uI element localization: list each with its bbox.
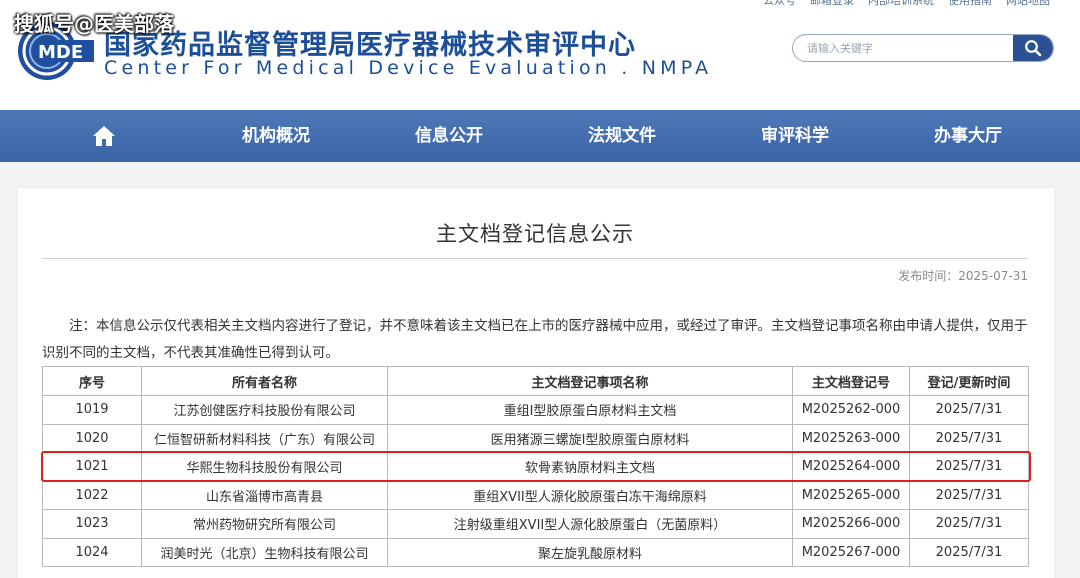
top-link-guide[interactable]: 使用指南 [948,0,992,8]
cell-date: 2025/7/31 [909,452,1029,482]
top-link-mail[interactable]: 邮箱登录 [810,0,854,8]
top-link-sitemap[interactable]: 网站地图 [1006,0,1050,8]
cell-seq: 1022 [42,480,142,510]
cell-seq: 1021 [42,452,142,482]
cell-owner: 仁恒智研新材料科技（广东）有限公司 [141,423,388,453]
header-owner: 所有者名称 [141,366,388,396]
nav-science[interactable]: 审评科学 [745,110,845,162]
cell-date: 2025/7/31 [909,537,1029,567]
cell-reg-no: M2025262-000 [792,395,910,425]
cell-item: 重组XVII型人源化胶原蛋白冻干海绵原料 [387,480,793,510]
header-item: 主文档登记事项名称 [387,366,793,396]
search-input[interactable] [793,35,1013,61]
cell-seq: 1019 [42,395,142,425]
cell-reg-no: M2025265-000 [792,480,910,510]
cell-reg-no: M2025263-000 [792,423,910,453]
article-title: 主文档登记信息公示 [436,222,634,246]
cell-date: 2025/7/31 [909,395,1029,425]
top-link-training[interactable]: 内部培训系统 [868,0,934,8]
cell-reg-no: M2025264-000 [792,452,910,482]
cell-seq: 1020 [42,423,142,453]
nav-regulations[interactable]: 法规文件 [572,110,672,162]
header-date: 登记/更新时间 [909,366,1029,396]
cell-item: 软骨素钠原材料主文档 [387,452,793,482]
cell-owner: 常州药物研究所有限公司 [141,509,388,539]
table-header-row: 序号 所有者名称 主文档登记事项名称 主文档登记号 登记/更新时间 [42,366,1029,396]
main-nav: 机构概况 信息公开 法规文件 审评科学 办事大厅 [0,110,1080,162]
table-row: 1019 江苏创健医疗科技股份有限公司 重组Ⅰ型胶原蛋白原材料主文档 M2025… [42,395,1029,425]
top-link-wechat[interactable]: 公众号 [763,0,796,8]
nav-about[interactable]: 机构概况 [226,110,326,162]
table-row: 1022 山东省淄博市高青县 重组XVII型人源化胶原蛋白冻干海绵原料 M202… [42,480,1029,510]
cell-item: 重组Ⅰ型胶原蛋白原材料主文档 [387,395,793,425]
publish-date: 发布时间：2025-07-31 [898,269,1028,283]
nav-info[interactable]: 信息公开 [399,110,499,162]
cell-reg-no: M2025266-000 [792,509,910,539]
nav-home[interactable] [86,110,122,162]
cell-owner: 山东省淄博市高青县 [141,480,388,510]
site-title-en: Center For Medical Device Evaluation . N… [104,57,713,79]
registration-table: 序号 所有者名称 主文档登记事项名称 主文档登记号 登记/更新时间 1019 江… [42,366,1029,567]
home-icon [93,126,115,146]
cell-date: 2025/7/31 [909,423,1029,453]
cell-seq: 1023 [42,509,142,539]
header-seq: 序号 [42,366,142,396]
table-row: 1020 仁恒智研新材料科技（广东）有限公司 医用猪源三螺旋Ⅰ型胶原蛋白原材料 … [42,423,1029,453]
search-box [792,34,1054,62]
cell-date: 2025/7/31 [909,509,1029,539]
cell-owner: 江苏创健医疗科技股份有限公司 [141,395,388,425]
watermark: 搜狐号@医美部落 [14,12,174,36]
cell-item: 注射级重组XVII型人源化胶原蛋白（无菌原料） [387,509,793,539]
top-links: 公众号 邮箱登录 内部培训系统 使用指南 网站地图 [763,0,1050,8]
cell-reg-no: M2025267-000 [792,537,910,567]
search-button[interactable] [1013,35,1053,61]
logo-text: MDE [38,42,83,63]
table-row: 1024 润美时光（北京）生物科技有限公司 聚左旋乳酸原材料 M2025267-… [42,537,1029,567]
notice-text: 注：本信息公示仅代表相关主文档内容进行了登记，并不意味着该主文档已在上市的医疗器… [42,318,1028,361]
cell-item: 医用猪源三螺旋Ⅰ型胶原蛋白原材料 [387,423,793,453]
table-row: 1023 常州药物研究所有限公司 注射级重组XVII型人源化胶原蛋白（无菌原料）… [42,509,1029,539]
nav-service[interactable]: 办事大厅 [918,110,1018,162]
cell-item: 聚左旋乳酸原材料 [387,537,793,567]
cell-owner: 华熙生物科技股份有限公司 [141,452,388,482]
title-divider [42,258,1028,259]
table-row-highlighted: 1021 华熙生物科技股份有限公司 软骨素钠原材料主文档 M2025264-00… [42,452,1029,482]
search-icon [1025,40,1042,57]
header-reg-no: 主文档登记号 [792,366,910,396]
cell-seq: 1024 [42,537,142,567]
cell-date: 2025/7/31 [909,480,1029,510]
cell-owner: 润美时光（北京）生物科技有限公司 [141,537,388,567]
